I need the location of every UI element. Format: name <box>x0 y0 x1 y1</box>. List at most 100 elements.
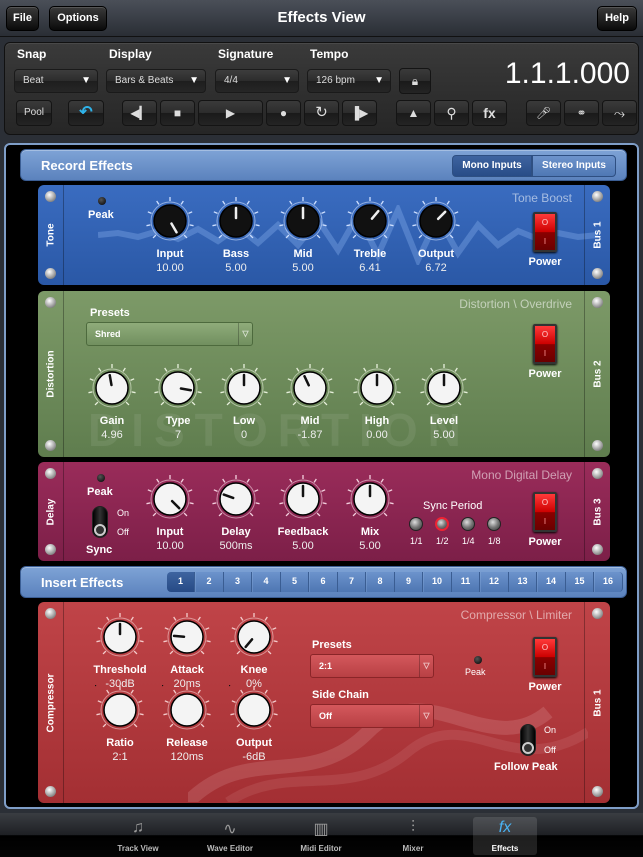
insert-slot-button[interactable]: 4 <box>252 572 281 592</box>
side-chain-dropdown[interactable]: Off ▽ <box>310 704 434 728</box>
signature-label: Signature <box>218 47 274 61</box>
insert-slot-button[interactable]: 16 <box>594 572 623 592</box>
fast-forward-button[interactable]: ▐▶ <box>342 100 377 126</box>
insert-slot-button[interactable]: 13 <box>509 572 537 592</box>
tone-side-strip: Tone <box>38 185 64 285</box>
follow-peak-toggle[interactable] <box>520 724 536 756</box>
insert-slot-button[interactable]: 10 <box>423 572 452 592</box>
screw-icon <box>45 268 56 279</box>
knob-tick <box>390 401 395 406</box>
tab-mixer[interactable]: ⫶ Mixer <box>381 817 445 855</box>
knob[interactable] <box>162 685 212 735</box>
knob[interactable] <box>411 196 461 246</box>
power-switch[interactable]: OI <box>533 492 557 532</box>
knob[interactable] <box>95 685 145 735</box>
sync-period-button[interactable] <box>435 517 449 531</box>
insert-slot-button[interactable]: 15 <box>566 572 594 592</box>
merge-button[interactable]: ⤳ <box>602 100 637 126</box>
insert-slot-button[interactable]: 9 <box>395 572 423 592</box>
knob[interactable] <box>419 363 469 413</box>
knob-body <box>353 204 387 238</box>
undo-button[interactable]: ↶ <box>68 100 104 126</box>
insert-slot-button[interactable]: 1 <box>167 572 195 592</box>
knob[interactable] <box>95 612 145 662</box>
sync-period-button[interactable] <box>461 517 475 531</box>
knob[interactable] <box>229 612 279 662</box>
knob-tick <box>255 502 260 505</box>
signature-dropdown[interactable]: 4/4 ▼ <box>215 69 299 93</box>
knob-tick <box>352 234 357 239</box>
knob-tick <box>206 640 211 643</box>
metronome-button[interactable]: ▲ <box>396 100 431 126</box>
insert-slot-button[interactable]: 14 <box>537 572 566 592</box>
distortion-presets-dropdown[interactable]: Shred ▽ <box>86 322 253 346</box>
insert-slot-button[interactable]: 12 <box>480 572 509 592</box>
sync-off-label: Off <box>117 527 129 537</box>
knob-label: Mid <box>300 415 320 427</box>
knob-tick <box>212 224 217 227</box>
side-chain-label: Side Chain <box>312 689 369 701</box>
knob-tick <box>231 700 236 703</box>
knob-label: Input <box>156 526 184 538</box>
binoculars-button[interactable]: ⚭ <box>564 100 599 126</box>
tab-track-view[interactable]: ♫ Track View <box>106 817 170 855</box>
knob[interactable] <box>162 612 212 662</box>
knob-tick <box>221 378 226 381</box>
microphone-button[interactable]: 🎤︎ <box>526 100 561 126</box>
tempo-dropdown[interactable]: 126 bpm ▼ <box>307 69 391 93</box>
insert-slot-button[interactable]: 6 <box>309 572 338 592</box>
knob-value: 4.96 <box>101 429 123 441</box>
knob[interactable] <box>211 474 261 524</box>
fx-button[interactable]: fx <box>472 100 507 126</box>
zoom-button[interactable]: ⚲ <box>434 100 469 126</box>
insert-slot-button[interactable]: 8 <box>366 572 395 592</box>
knob[interactable] <box>229 685 279 735</box>
loop-button[interactable]: ↻ <box>304 100 339 126</box>
compressor-presets-dropdown[interactable]: 2:1 ▽ <box>310 654 434 678</box>
power-switch[interactable]: OI <box>533 324 557 364</box>
stereo-inputs-button[interactable]: Stereo Inputs <box>532 155 616 177</box>
knob[interactable] <box>285 363 335 413</box>
knob-tick <box>160 401 165 406</box>
help-button[interactable]: Help <box>597 6 637 31</box>
knob-tick <box>346 502 351 505</box>
power-switch[interactable]: OI <box>533 212 557 252</box>
knob[interactable] <box>278 474 328 524</box>
insert-slot-button[interactable]: 5 <box>281 572 309 592</box>
knob[interactable] <box>145 196 195 246</box>
sync-period-button[interactable] <box>487 517 501 531</box>
knob[interactable] <box>345 474 395 524</box>
sync-period-button[interactable] <box>409 517 423 531</box>
knob[interactable] <box>278 196 328 246</box>
knob-tick <box>218 512 223 517</box>
power-switch[interactable]: OI <box>533 637 557 677</box>
play-button[interactable]: ▶ <box>198 100 263 126</box>
insert-slot-button[interactable]: 2 <box>195 572 224 592</box>
display-dropdown[interactable]: Bars & Beats ▼ <box>106 69 206 93</box>
mono-inputs-button[interactable]: Mono Inputs <box>452 155 532 177</box>
knob[interactable] <box>87 363 137 413</box>
tab-midi-editor[interactable]: ▥ Midi Editor <box>289 817 353 855</box>
knob[interactable] <box>352 363 402 413</box>
stop-button[interactable]: ■ <box>160 100 195 126</box>
knob[interactable] <box>211 196 261 246</box>
knob-body <box>219 482 253 516</box>
knob-label: Treble <box>353 248 387 260</box>
insert-slot-button[interactable]: 7 <box>338 572 366 592</box>
knob-label: Threshold <box>93 664 147 676</box>
knob[interactable] <box>345 196 395 246</box>
snap-dropdown[interactable]: Beat ▼ <box>14 69 98 93</box>
insert-slot-button[interactable]: 3 <box>224 572 252 592</box>
sync-toggle[interactable] <box>92 506 108 538</box>
knob[interactable] <box>145 474 195 524</box>
lock-button[interactable]: 🔒︎ <box>399 68 431 94</box>
tab-effects[interactable]: fx Effects <box>473 817 537 855</box>
pool-button[interactable]: Pool <box>16 100 52 126</box>
knob[interactable] <box>153 363 203 413</box>
tab-wave-editor[interactable]: ∿ Wave Editor <box>198 817 262 855</box>
rewind-button[interactable]: ◀▎ <box>122 100 157 126</box>
record-button[interactable]: ● <box>266 100 301 126</box>
insert-slot-button[interactable]: 11 <box>452 572 480 592</box>
tab-label: Effects <box>491 844 519 853</box>
knob[interactable] <box>219 363 269 413</box>
